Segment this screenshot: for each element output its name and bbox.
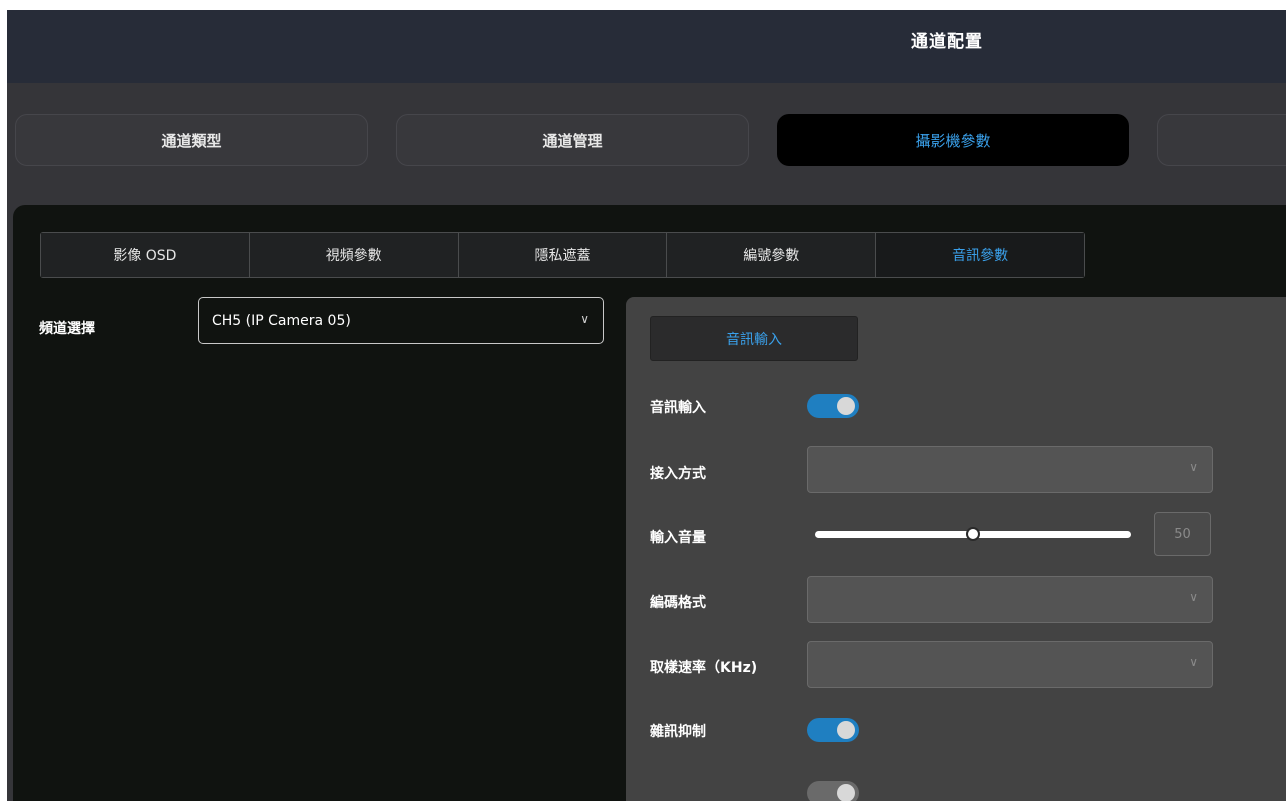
- access-mode-select[interactable]: ∨: [807, 446, 1213, 493]
- tab-channel-management[interactable]: 通道管理: [396, 114, 749, 166]
- tab-encoding-parameters[interactable]: 編號參數: [667, 233, 877, 277]
- tab-label: 音訊參數: [952, 248, 1009, 264]
- window-title: 通道配置: [911, 32, 983, 52]
- sample-rate-label: 取樣速率（KHz): [650, 660, 758, 676]
- tab-next[interactable]: [1157, 114, 1286, 166]
- tab-label: 通道管理: [542, 131, 603, 150]
- audio-input-toggle[interactable]: [807, 394, 859, 418]
- tab-audio-parameters[interactable]: 音訊參數: [876, 233, 1084, 277]
- access-mode-label: 接入方式: [650, 466, 706, 482]
- tab-channel-type[interactable]: 通道類型: [15, 114, 368, 166]
- channel-select-label: 頻道選擇: [39, 321, 95, 337]
- codec-select[interactable]: ∨: [807, 576, 1213, 623]
- tab-privacy-mask[interactable]: 隱私遮蓋: [458, 233, 668, 277]
- noise-suppression-label: 雜訊抑制: [650, 724, 706, 740]
- app-window: 通道配置 通道類型 通道管理 攝影機參數 影像 OSD 視頻參數 隱私遮蓋 編號…: [7, 10, 1286, 801]
- tab-audio-input[interactable]: 音訊輸入: [650, 316, 858, 361]
- chevron-down-icon: ∨: [1189, 590, 1198, 604]
- tab-video-parameters[interactable]: 視頻參數: [249, 233, 459, 277]
- sample-rate-select[interactable]: ∨: [807, 641, 1213, 688]
- toggle-knob: [837, 784, 855, 801]
- channel-select-value: CH5 (IP Camera 05): [212, 312, 351, 329]
- tab-camera-parameters[interactable]: 攝影機參數: [777, 114, 1129, 166]
- content-panel: 影像 OSD 視頻參數 隱私遮蓋 編號參數 音訊參數 頻道選擇 CH5 (IP …: [13, 205, 1286, 801]
- toggle-knob: [837, 721, 855, 739]
- input-volume-label: 輸入音量: [650, 530, 706, 546]
- audio-input-label: 音訊輸入: [650, 400, 706, 416]
- slider-handle[interactable]: [966, 527, 980, 541]
- tab-label: 隱私遮蓋: [534, 248, 591, 264]
- channel-select[interactable]: CH5 (IP Camera 05) ∨: [198, 297, 604, 344]
- tab-label: 通道類型: [161, 131, 222, 150]
- noise-suppression-toggle[interactable]: [807, 718, 859, 742]
- tab-label: 編號參數: [743, 248, 800, 264]
- audio-settings-panel: 音訊輸入 音訊輸入 接入方式 ∨ 輸入音量 50 編碼格式 ∨ 取樣速率（KHz…: [626, 297, 1286, 801]
- chevron-down-icon: ∨: [1189, 460, 1198, 474]
- chevron-down-icon: ∨: [580, 312, 589, 326]
- tab-label: 攝影機參數: [915, 131, 991, 150]
- chevron-down-icon: ∨: [1189, 655, 1198, 669]
- input-volume-value[interactable]: 50: [1154, 512, 1211, 556]
- codec-label: 編碼格式: [650, 595, 706, 611]
- tab-label: 音訊輸入: [726, 331, 782, 348]
- tab-image-osd[interactable]: 影像 OSD: [41, 233, 250, 277]
- toggle-knob: [837, 397, 855, 415]
- sub-tab-bar: 影像 OSD 視頻參數 隱私遮蓋 編號參數 音訊參數: [40, 232, 1085, 278]
- tab-label: 視頻參數: [325, 248, 382, 264]
- partial-toggle[interactable]: [807, 781, 859, 801]
- title-bar: 通道配置: [7, 10, 1286, 83]
- tab-label: 影像 OSD: [113, 248, 177, 264]
